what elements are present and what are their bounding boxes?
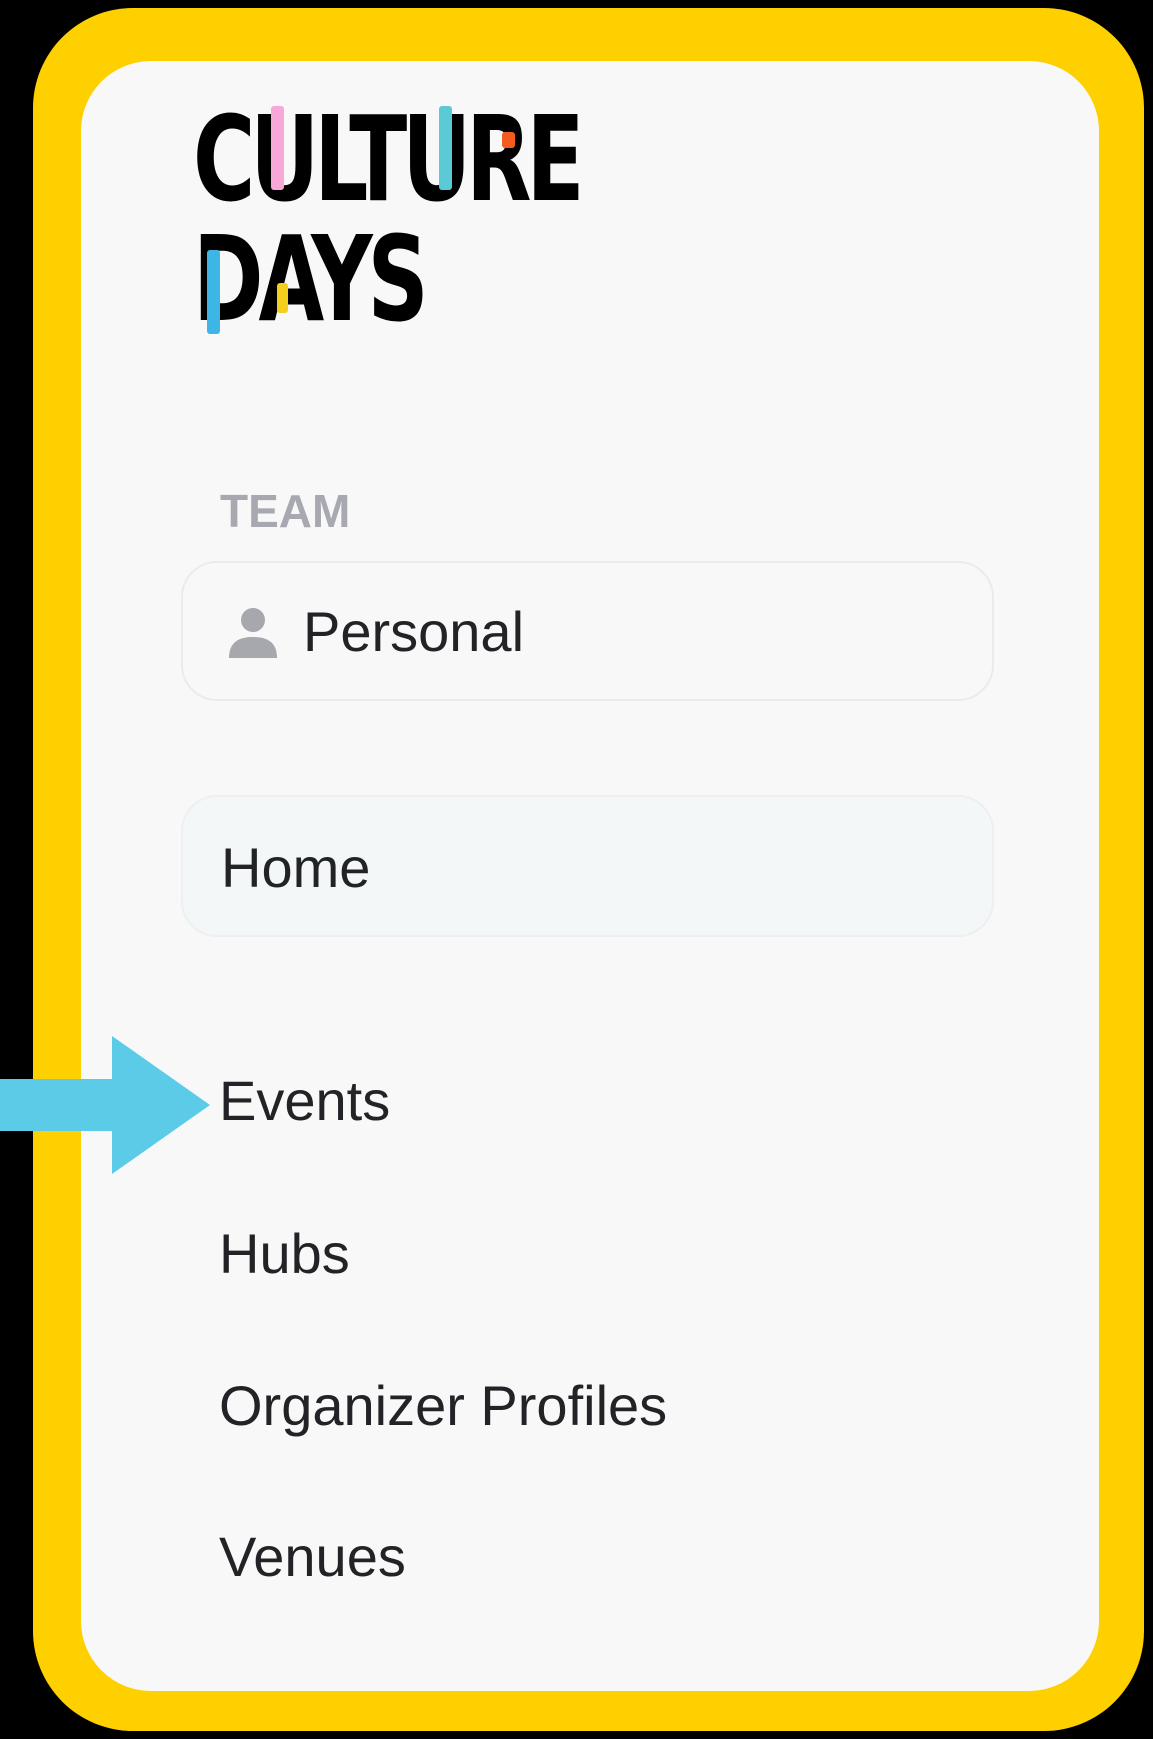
culture-days-logo[interactable]: CULTURE DAYS [193, 100, 613, 340]
nav-item-label: Events [219, 1069, 391, 1132]
nav-item-label: Home [221, 836, 371, 899]
nav-item-home[interactable]: Home [181, 795, 994, 937]
team-section-label: TEAM [220, 485, 351, 537]
nav-item-label: Venues [219, 1525, 406, 1588]
logo-line-2: DAYS [193, 210, 429, 348]
nav-item-label: Hubs [219, 1222, 350, 1285]
logo-accent-blue [207, 250, 220, 334]
nav-item-organizer-profiles[interactable]: Organizer Profiles [181, 1335, 994, 1477]
logo-accent-teal [439, 106, 452, 190]
team-selected-label: Personal [303, 600, 525, 663]
person-icon [227, 606, 279, 662]
team-selector[interactable]: Personal [181, 561, 994, 701]
nav-item-venues[interactable]: Venues [181, 1486, 994, 1628]
logo-accent-pink [271, 106, 284, 190]
arrow-right-icon [0, 1036, 210, 1174]
nav-item-hubs[interactable]: Hubs [181, 1183, 994, 1325]
logo-accent-orange [502, 132, 515, 148]
logo-accent-yellow [277, 283, 288, 313]
nav-item-label: Organizer Profiles [219, 1374, 668, 1437]
logo-line-1: CULTURE [193, 90, 585, 228]
nav-item-events[interactable]: Events [181, 1030, 994, 1172]
